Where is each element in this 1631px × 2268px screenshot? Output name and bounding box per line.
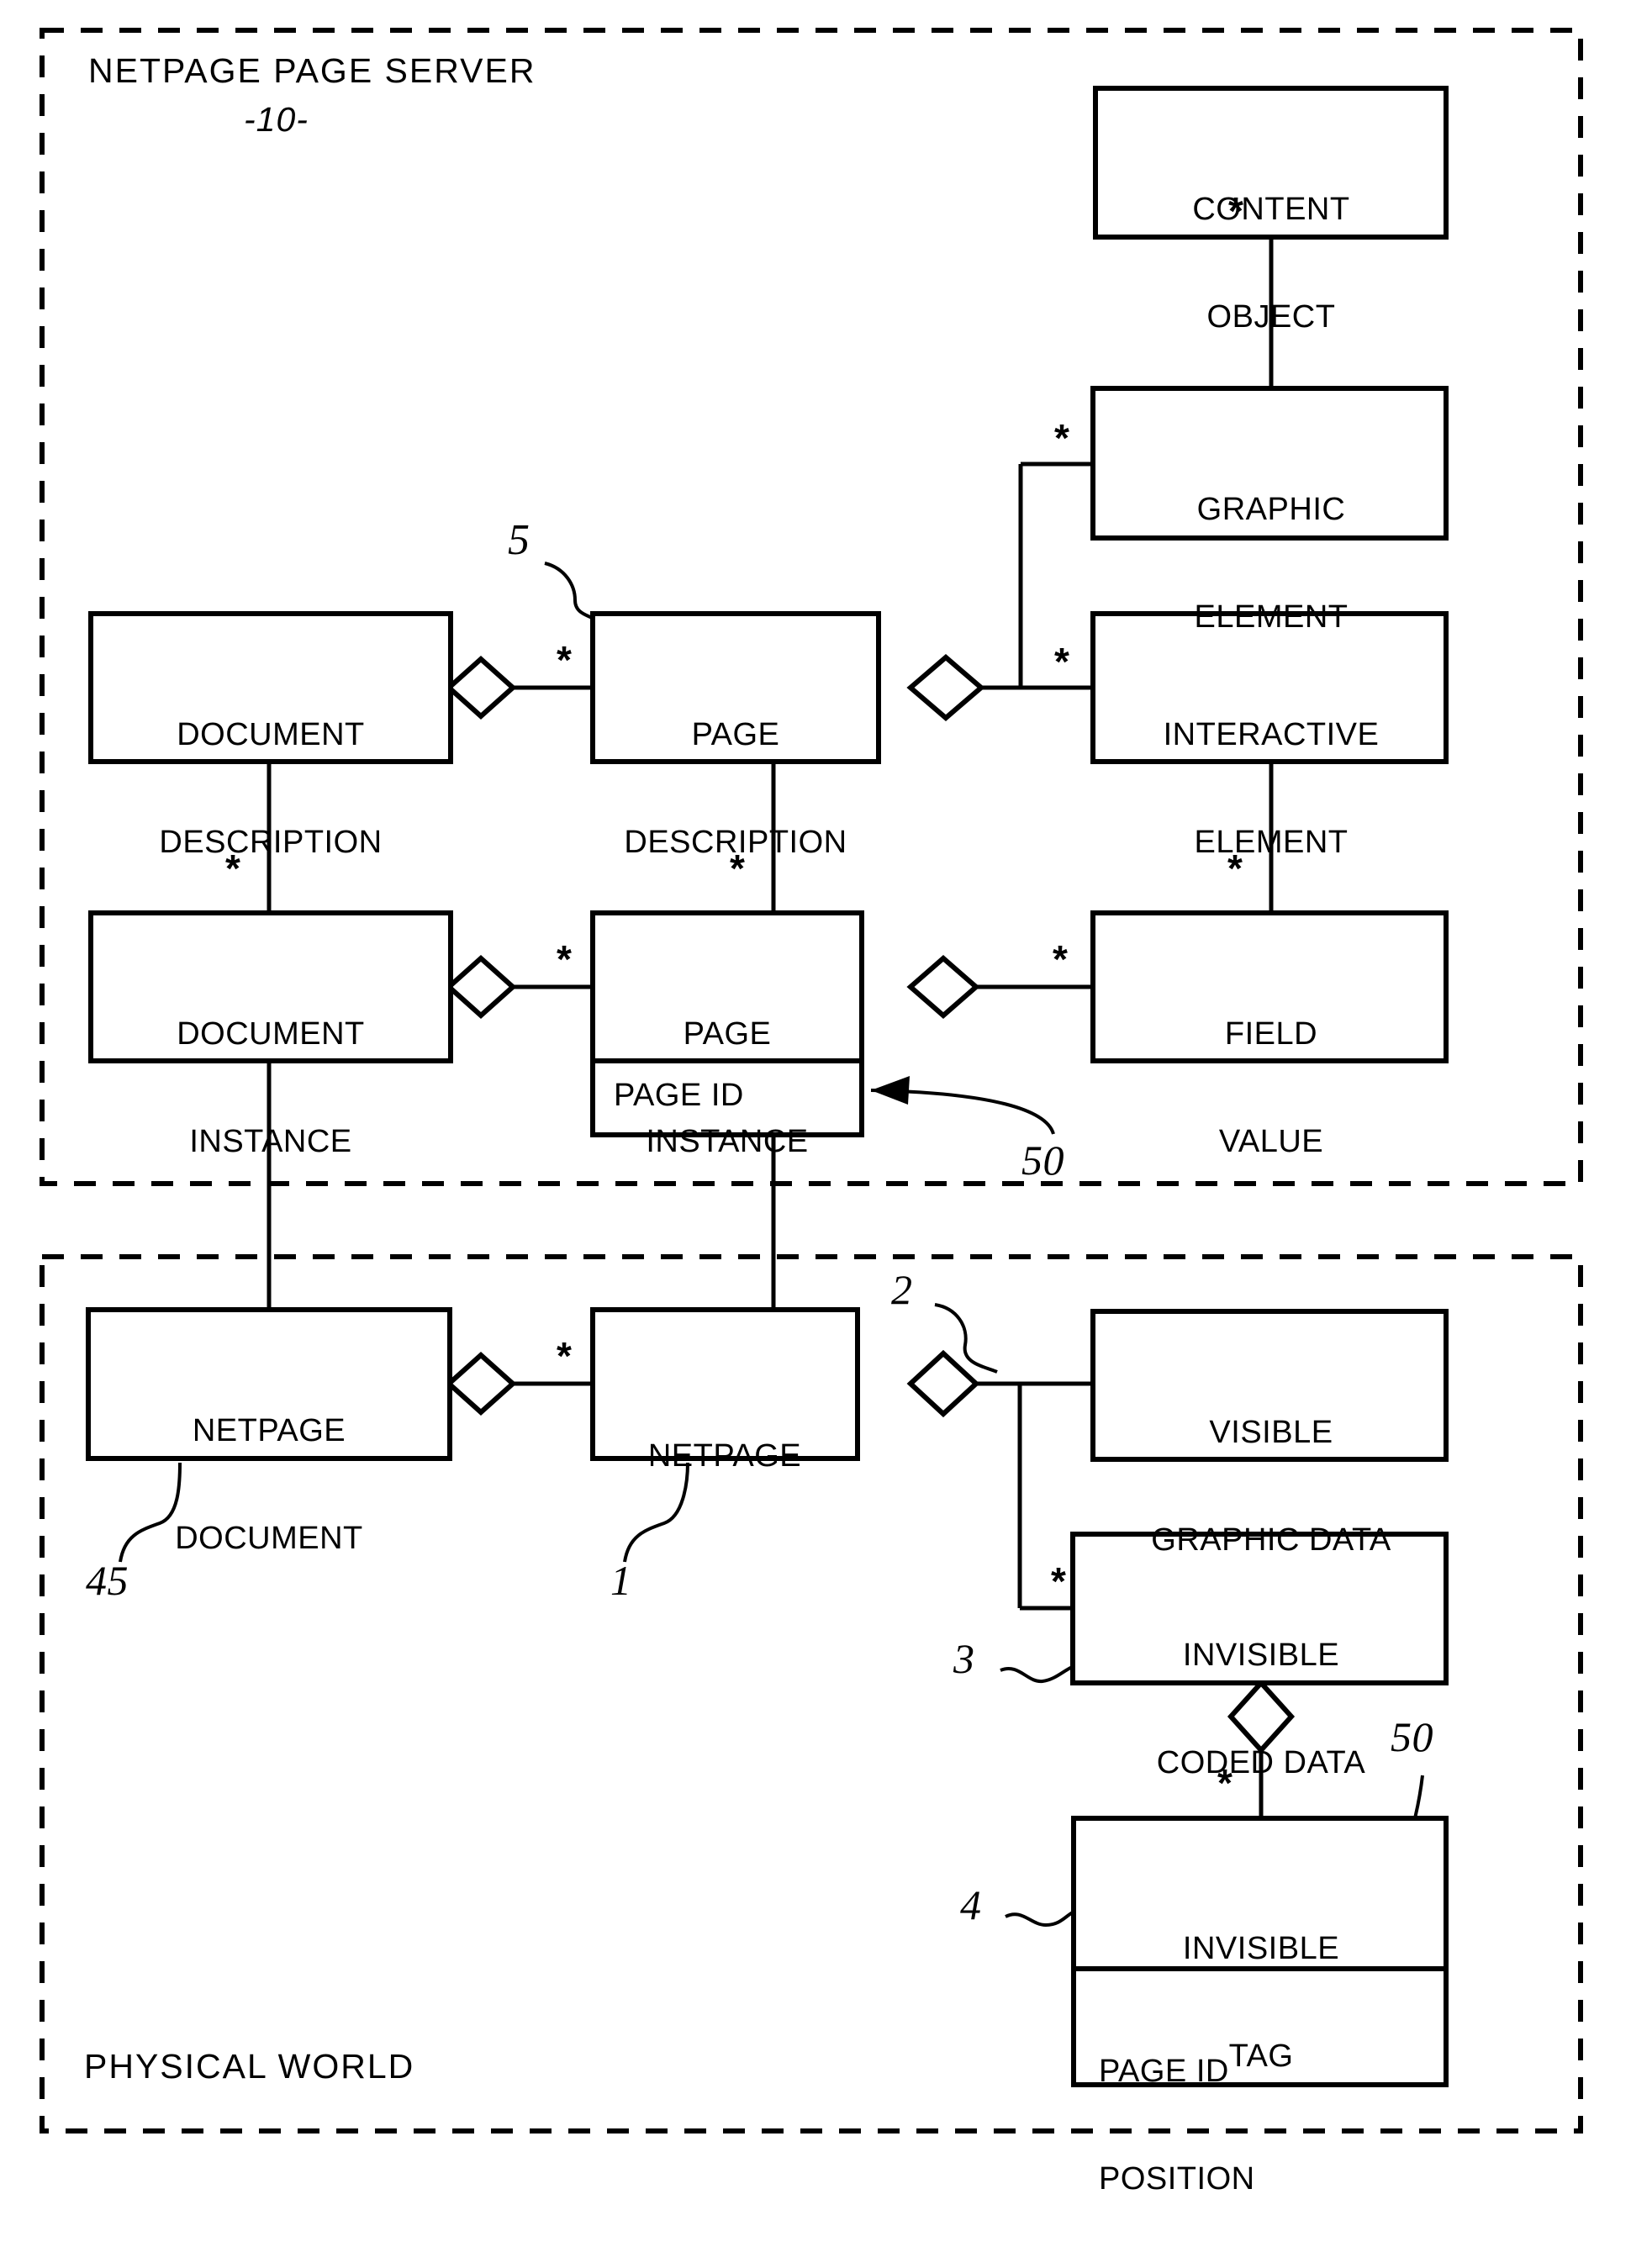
panel-title-physical-world: PHYSICAL WORLD [84,2047,415,2086]
leader-page-description-ref [544,562,595,620]
multiplicity-content-object-graphic-element: * [1228,189,1244,233]
label-content-object: CONTENT OBJECT [1192,120,1349,406]
multiplicity-netpage-invisible-coded-data: * [1051,1559,1067,1603]
reference-numeral-visible-graphic-data: 2 [891,1266,913,1313]
multiplicity-document-description-document-instance: * [225,847,241,890]
label-netpage: NETPAGE [648,1367,801,1546]
diamond-document-description [445,655,517,720]
multiplicity-page-instance-field-value: * [1053,937,1069,981]
label-invisible-coded-data-line2: CODED DATA [1156,1744,1366,1780]
multiplicity-page-description-page-instance: * [730,847,746,890]
label-document-description-line2: DESCRIPTION [159,824,383,860]
leader-invisible-tag-ref [1005,1910,1075,1928]
diamond-page-instance [906,955,980,1019]
label-netpage-document: NETPAGE DOCUMENT [175,1342,363,1627]
reference-numeral-netpage-document: 45 [86,1557,129,1604]
panel-title-netpage-page-server: NETPAGE PAGE SERVER [88,51,536,90]
leader-invisible-coded-data-ref [1000,1664,1075,1684]
diamond-netpage-document [445,1351,517,1416]
label-interactive-element-line1: INTERACTIVE [1163,717,1380,753]
label-page-instance-page-id: PAGE ID [614,1078,744,1113]
reference-numeral-page-description: 5 [508,516,530,564]
label-document-description-line1: DOCUMENT [177,717,365,753]
multiplicity-netpage-document-netpage: * [557,1334,573,1378]
label-invisible-coded-data: INVISIBLE CODED DATA [1157,1566,1366,1852]
diamond-netpage [906,1349,980,1418]
reference-numeral-page-id-server: 50 [1021,1137,1064,1184]
reference-numeral-netpage: 1 [610,1557,632,1604]
multiplicity-page-description-graphic-element: * [1054,416,1070,460]
label-field-value: FIELD VALUE [1219,945,1323,1231]
label-page-instance-line2: INSTANCE [646,1123,809,1159]
label-invisible-tag-page-id-line2: POSITION [1099,2160,1255,2197]
label-invisible-tag-page-id: PAGE ID POSITION [1099,1982,1255,2268]
label-netpage-document-line2: DOCUMENT [175,1520,363,1556]
figure-canvas: NETPAGE PAGE SERVER -10- PHYSICAL WORLD … [0,0,1631,2197]
arrowhead-page-id-server [871,1076,910,1105]
label-content-object-line2: OBJECT [1206,298,1336,335]
label-field-value-line1: FIELD [1224,1016,1318,1052]
diamond-page-description [906,654,985,721]
label-content-object-line1: CONTENT [1192,192,1350,228]
label-document-instance: DOCUMENT INSTANCE [177,945,365,1231]
label-invisible-tag-line1: INVISIBLE [1182,1931,1340,1967]
label-netpage-line1: NETPAGE [647,1438,802,1474]
label-field-value-line2: VALUE [1218,1123,1324,1159]
label-page-instance-line1: PAGE [683,1016,772,1052]
label-graphic-element-line1: GRAPHIC [1196,492,1346,528]
multiplicity-page-description-interactive-element: * [1054,640,1070,683]
label-graphic-element-line2: ELEMENT [1194,599,1349,635]
multiplicity-interactive-element-field-value: * [1227,847,1243,890]
leader-netpage-document-ref [119,1462,182,1563]
multiplicity-document-description-page-description: * [557,638,573,682]
label-page-description-line1: PAGE [691,717,780,753]
label-interactive-element-line2: ELEMENT [1194,824,1349,860]
label-invisible-tag-page-id-line1: PAGE ID [1099,2054,1229,2090]
label-document-instance-line1: DOCUMENT [177,1016,365,1052]
multiplicity-invisible-coded-data-invisible-tag: * [1217,1761,1233,1805]
reference-numeral-invisible-tag: 4 [960,1881,982,1928]
panel-subtitle-netpage-page-server: -10- [244,100,309,139]
label-visible-graphic-data-line1: VISIBLE [1209,1415,1333,1451]
label-netpage-document-line1: NETPAGE [192,1413,346,1449]
reference-numeral-invisible-coded-data: 3 [953,1635,975,1682]
label-interactive-element: INTERACTIVE ELEMENT [1164,646,1380,931]
diamond-document-instance [445,954,517,1020]
label-document-instance-line2: INSTANCE [189,1123,352,1159]
label-invisible-coded-data-line1: INVISIBLE [1182,1638,1340,1674]
label-visible-graphic-data-line2: GRAPHIC DATA [1151,1522,1391,1558]
label-document-description: DOCUMENT DESCRIPTION [159,646,382,931]
reference-numeral-page-id-position: 50 [1391,1713,1433,1760]
multiplicity-document-instance-page-instance: * [557,937,573,981]
